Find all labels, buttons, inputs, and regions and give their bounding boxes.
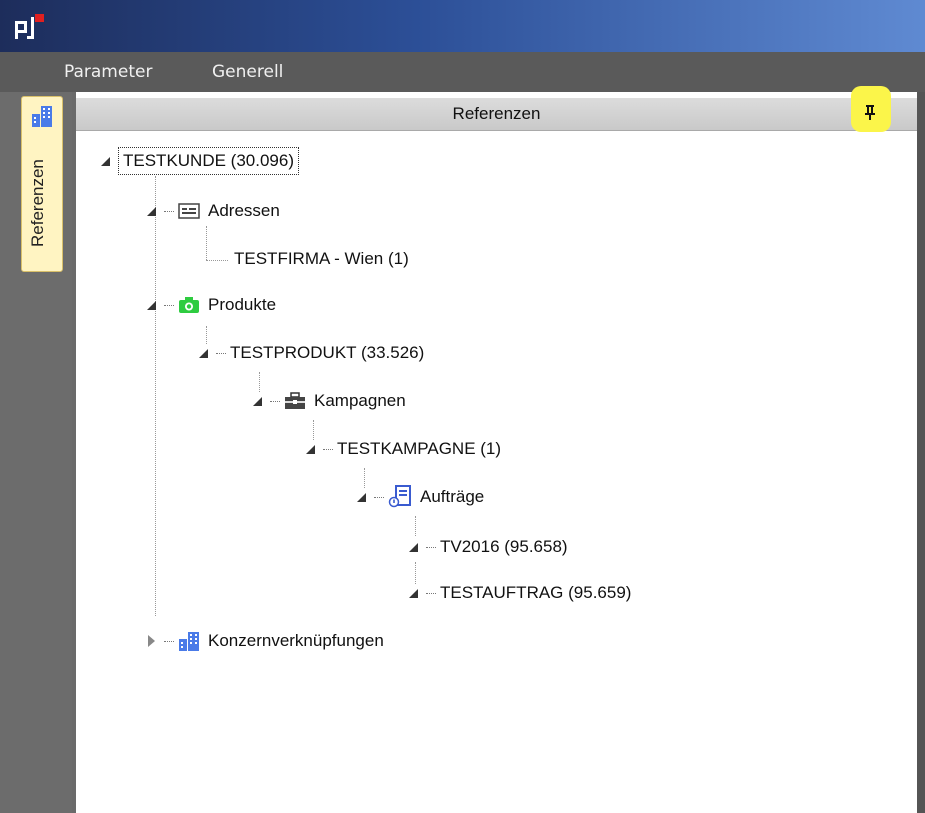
tree-connector (270, 400, 280, 402)
tree-node-label[interactable]: TESTFIRMA - Wien (1) (234, 249, 409, 269)
address-card-icon (178, 203, 200, 219)
tree-node-kampagnen[interactable]: Kampagnen (252, 388, 406, 414)
sidebar-tab-referenzen[interactable]: Referenzen (21, 96, 63, 272)
tree-node-label[interactable]: TESTPRODUKT (33.526) (230, 343, 424, 363)
tree-node-label[interactable]: Produkte (208, 295, 276, 315)
tree-node-label[interactable]: TESTKUNDE (30.096) (118, 147, 299, 175)
sidebar-tab-label: Referenzen (28, 159, 47, 247)
window-edge (917, 92, 925, 813)
expand-toggle[interactable] (252, 395, 264, 407)
tree-line (206, 260, 228, 261)
menu-bar: Parameter Generell (0, 52, 925, 92)
expand-toggle[interactable] (146, 205, 158, 217)
tree-connector (164, 304, 174, 306)
tree-connector (426, 592, 436, 594)
tree-line (206, 226, 207, 260)
tree-node-root[interactable]: TESTKUNDE (30.096) (100, 147, 299, 175)
panel-header: Referenzen (76, 86, 917, 132)
expand-toggle[interactable] (305, 443, 317, 455)
tree-connector (323, 448, 333, 450)
tree-connector (164, 640, 174, 642)
tree-node-label[interactable]: TESTAUFTRAG (95.659) (440, 583, 631, 603)
tree-node-auftraege[interactable]: Aufträge (356, 484, 484, 510)
tree-node-produkte[interactable]: Produkte (146, 292, 276, 318)
expand-toggle[interactable] (100, 155, 112, 167)
panel-title: Referenzen (452, 104, 541, 123)
order-icon (388, 485, 411, 508)
expand-toggle[interactable] (356, 491, 368, 503)
tree-node-label[interactable]: TESTKAMPAGNE (1) (337, 439, 501, 459)
tree-node-auftrag[interactable]: TV2016 (95.658) (408, 534, 568, 560)
tree-node-label[interactable]: Adressen (208, 201, 280, 221)
expand-toggle[interactable] (146, 635, 158, 647)
tree-node-label[interactable]: Kampagnen (314, 391, 406, 411)
tree-node-konzern[interactable]: Konzernverknüpfungen (146, 628, 384, 654)
tree-node-produkt[interactable]: TESTPRODUKT (33.526) (198, 340, 424, 366)
tree-node-label[interactable]: Konzernverknüpfungen (208, 631, 384, 651)
briefcase-icon (285, 392, 305, 409)
app-logo-icon (15, 14, 44, 39)
menu-generell[interactable]: Generell (212, 62, 283, 82)
tree-node-adresse[interactable]: TESTFIRMA - Wien (1) (234, 246, 409, 272)
expand-toggle[interactable] (408, 541, 420, 553)
tree-node-label[interactable]: Aufträge (420, 487, 484, 507)
tree-line (415, 516, 416, 536)
tree-connector (374, 496, 384, 498)
camera-icon (179, 297, 199, 313)
tree-node-kampagne[interactable]: TESTKAMPAGNE (1) (305, 436, 501, 462)
buildings-icon (179, 632, 199, 651)
title-bar (0, 0, 925, 52)
expand-toggle[interactable] (146, 299, 158, 311)
expand-toggle[interactable] (408, 587, 420, 599)
tree-line (155, 176, 156, 616)
pin-icon[interactable] (863, 103, 877, 121)
tree-connector (216, 352, 226, 354)
tree-connector (164, 210, 174, 212)
tree-connector (426, 546, 436, 548)
tree-node-auftrag[interactable]: TESTAUFTRAG (95.659) (408, 580, 631, 606)
tree-node-label[interactable]: TV2016 (95.658) (440, 537, 568, 557)
expand-toggle[interactable] (198, 347, 210, 359)
tree-node-adressen[interactable]: Adressen (146, 198, 280, 224)
menu-parameter[interactable]: Parameter (64, 62, 152, 82)
